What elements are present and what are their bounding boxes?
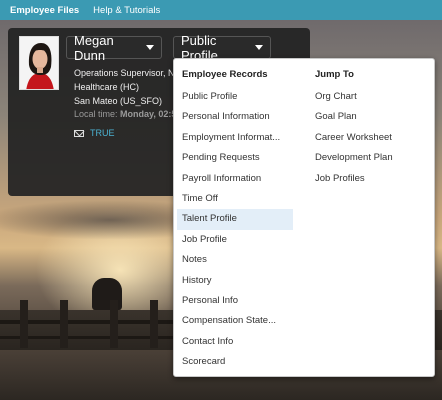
menu-item-development-plan[interactable]: Development Plan bbox=[310, 148, 428, 168]
menu-item-payroll-information[interactable]: Payroll Information bbox=[177, 169, 293, 189]
local-time-value: Monday, 02:5 bbox=[120, 109, 177, 119]
email-row: TRUE bbox=[74, 128, 115, 138]
menu-item-career-worksheet[interactable]: Career Worksheet bbox=[310, 128, 428, 148]
employee-records-header: Employee Records bbox=[182, 69, 268, 80]
profile-view-dropdown[interactable]: Public Profile bbox=[173, 33, 271, 63]
chevron-down-icon bbox=[146, 45, 154, 50]
menu-item-talent-profile[interactable]: Talent Profile bbox=[177, 209, 293, 230]
employee-name: Megan Dunn bbox=[74, 32, 114, 63]
menu-item-job-profiles[interactable]: Job Profiles bbox=[310, 169, 428, 189]
department: Healthcare (HC) bbox=[74, 82, 140, 92]
menu-item-org-chart[interactable]: Org Chart bbox=[310, 87, 428, 107]
menu-item-personal-info[interactable]: Personal Info bbox=[177, 291, 293, 311]
menu-item-history[interactable]: History bbox=[177, 271, 293, 291]
menu-item-scorecard[interactable]: Scorecard bbox=[177, 352, 293, 372]
job-title: Operations Supervisor, N bbox=[74, 68, 175, 78]
menu-item-employment-information[interactable]: Employment Informat... bbox=[177, 128, 293, 148]
menu-item-job-profile[interactable]: Job Profile bbox=[177, 230, 293, 250]
menu-item-public-profile[interactable]: Public Profile bbox=[177, 87, 293, 107]
menu-item-notes[interactable]: Notes bbox=[177, 250, 293, 270]
chevron-down-icon bbox=[255, 45, 263, 50]
menu-item-personal-information[interactable]: Personal Information bbox=[177, 107, 293, 127]
employee-name-dropdown[interactable]: Megan Dunn bbox=[66, 33, 162, 63]
avatar bbox=[19, 36, 59, 90]
nav-help-tutorials[interactable]: Help & Tutorials bbox=[93, 5, 160, 16]
mail-icon bbox=[74, 129, 84, 137]
top-nav: Employee Files Help & Tutorials bbox=[0, 0, 442, 20]
email-link[interactable]: TRUE bbox=[90, 128, 115, 138]
menu-item-compensation-statement[interactable]: Compensation State... bbox=[177, 311, 293, 331]
location: San Mateo (US_SFO) bbox=[74, 96, 163, 106]
jump-to-header: Jump To bbox=[315, 69, 354, 80]
local-time-label: Local time: bbox=[74, 109, 118, 119]
employee-records-column: Employee Records Public Profile Personal… bbox=[177, 67, 293, 372]
nav-employee-files[interactable]: Employee Files bbox=[10, 5, 79, 16]
menu-item-time-off[interactable]: Time Off bbox=[177, 189, 293, 209]
menu-item-contact-info[interactable]: Contact Info bbox=[177, 332, 293, 352]
local-time: Local time: Monday, 02:5 bbox=[74, 109, 176, 119]
menu-item-goal-plan[interactable]: Goal Plan bbox=[310, 107, 428, 127]
profile-view-menu: Employee Records Public Profile Personal… bbox=[173, 58, 435, 377]
jump-to-column: Jump To Org Chart Goal Plan Career Works… bbox=[310, 67, 428, 189]
menu-item-pending-requests[interactable]: Pending Requests bbox=[177, 148, 293, 168]
